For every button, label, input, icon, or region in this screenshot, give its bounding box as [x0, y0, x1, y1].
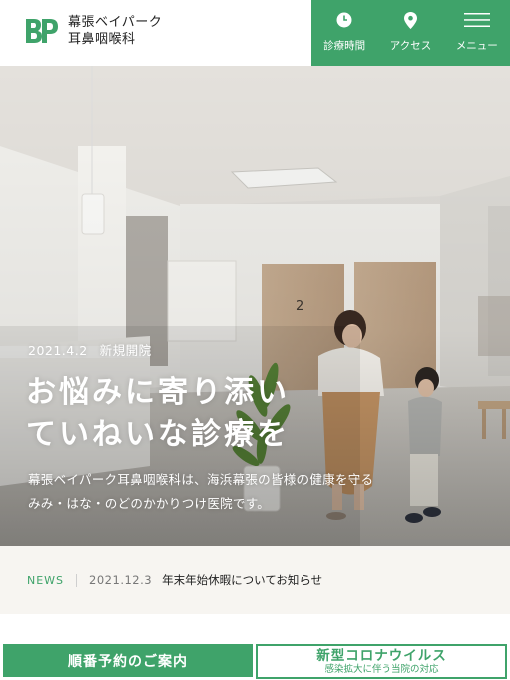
site-header: 幕張ベイパーク 耳鼻咽喉科 診療時間 アクセス メニュー [0, 0, 510, 66]
hero-desc-line1: 幕張ベイパーク耳鼻咽喉科は、海浜幕張の皆様の健康を守る [28, 472, 374, 487]
clinic-name-line1: 幕張ベイパーク [68, 15, 163, 30]
nav-menu-label: メニュー [455, 40, 498, 52]
clinic-logo[interactable]: 幕張ベイパーク 耳鼻咽喉科 [24, 14, 162, 48]
hero-title-line1: お悩みに寄り添い [26, 375, 290, 410]
hero-desc-line2: みみ・はな・のどのかかりつけ医院です。 [28, 496, 271, 511]
news-date: 2021.12.3 [89, 573, 153, 587]
news-separator [76, 573, 78, 587]
cta-area: 順番予約のご案内 新型コロナウイルス 感染拡大に伴う当院の対応 [0, 614, 510, 680]
nav-access-label: アクセス [389, 40, 432, 52]
covid-info-subtitle: 感染拡大に伴う当院の対応 [324, 663, 439, 675]
bp-logo-mark [24, 15, 60, 47]
nav-hours-button[interactable]: 診療時間 [311, 0, 377, 66]
hero-date: 2021.4.2 [28, 343, 88, 358]
nav-access-button[interactable]: アクセス [377, 0, 443, 66]
hero-tag: 新規開院 [99, 343, 152, 358]
news-bar: NEWS 2021.12.3 年末年始休暇についてお知らせ [0, 546, 510, 614]
nav-hours-label: 診療時間 [323, 40, 366, 52]
nav-menu-button[interactable]: メニュー [444, 0, 510, 66]
hero-description: 幕張ベイパーク耳鼻咽喉科は、海浜幕張の皆様の健康を守る みみ・はな・のどのかかり… [28, 468, 373, 516]
covid-info-title: 新型コロナウイルス [316, 647, 447, 664]
clock-icon [336, 11, 352, 29]
clinic-name-line2: 耳鼻咽喉科 [68, 32, 136, 47]
reservation-button[interactable]: 順番予約のご案内 [3, 644, 253, 677]
hamburger-menu-icon [463, 11, 490, 29]
hero-announcement: 2021.4.2 新規開院 [28, 340, 152, 359]
hero-title-line2: ていねいな診療を [26, 417, 290, 452]
covid-info-button[interactable]: 新型コロナウイルス 感染拡大に伴う当院の対応 [256, 644, 507, 679]
news-label: NEWS [27, 573, 65, 587]
hero-title: お悩みに寄り添い ていねいな診療を [26, 372, 290, 456]
map-pin-icon [403, 11, 417, 29]
hero-section: 2021.4.2 新規開院 お悩みに寄り添い ていねいな診療を 幕張ベイパーク耳… [0, 66, 510, 546]
news-title-link[interactable]: 年末年始休暇についてお知らせ [162, 572, 322, 588]
header-nav: 診療時間 アクセス メニュー [311, 0, 510, 66]
